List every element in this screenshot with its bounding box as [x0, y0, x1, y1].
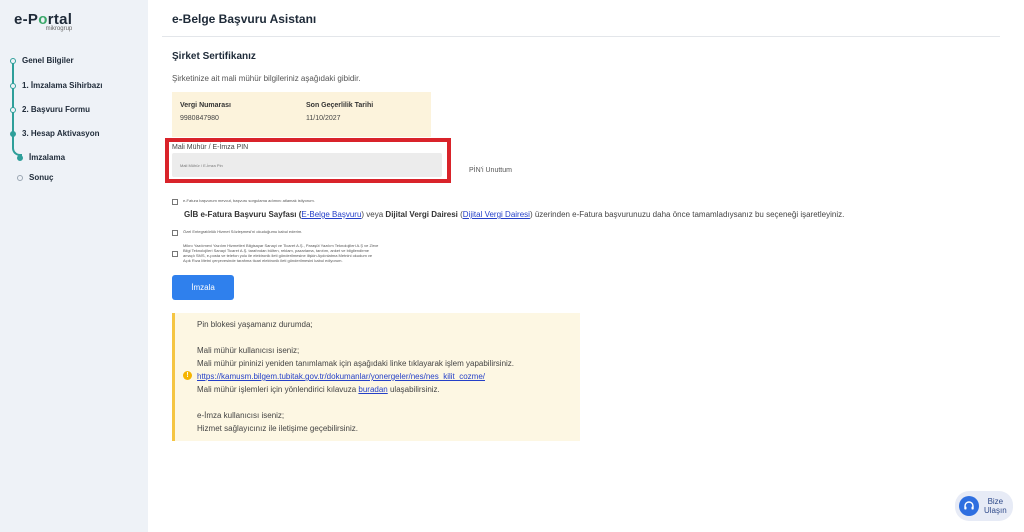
contact-us-label: Bize Ulaşın	[984, 497, 1007, 515]
step-dot-icon	[17, 174, 23, 181]
section-title: Şirket Sertifikanız	[172, 51, 256, 62]
step-label: 3. Hesap Aktivasyon	[22, 129, 100, 138]
checkbox-row-contract: Özel Entegratörlük Hizmet Sözleşmesi'ni …	[172, 229, 302, 236]
sidebar: e-Portal mikrogrup Genel Bilgiler 1. İmz…	[0, 0, 148, 532]
certificate-info-box: Vergi Numarası 9980847980 Son Geçerlilik…	[172, 92, 431, 137]
info-line-prefix: Mali mühür işlemleri için yönlendirici k…	[197, 385, 359, 394]
gib-mid1: ) veya	[361, 210, 386, 219]
step-dot-icon	[10, 82, 16, 89]
section-description: Şirketinize ait mali mühür bilgileriniz …	[172, 74, 361, 83]
expiry-column: Son Geçerlilik Tarihi 11/10/2027	[306, 102, 373, 122]
gib-prefix: GİB e-Fatura Başvuru Sayfası (	[184, 210, 302, 219]
gib-bold: Dijital Vergi Dairesi	[385, 210, 458, 219]
info-line: Pin blokesi yaşamanız durumda;	[197, 320, 313, 329]
page-title: e-Belge Başvuru Asistanı	[172, 12, 317, 26]
step-label: 1. İmzalama Sihirbazı	[22, 81, 103, 90]
step-dot-icon	[10, 130, 16, 137]
step-dot-icon	[10, 57, 16, 64]
step-label: İmzalama	[29, 153, 66, 162]
expiry-value: 11/10/2027	[306, 115, 341, 122]
contract-checkbox[interactable]	[172, 230, 178, 236]
consent-checkbox[interactable]	[172, 251, 178, 257]
step-genel-bilgiler[interactable]: Genel Bilgiler	[10, 56, 74, 65]
info-line: https://kamusm.bilgem.tubitak.gov.tr/dok…	[197, 372, 485, 381]
tax-number-column: Vergi Numarası 9980847980	[180, 102, 231, 122]
dijital-vergi-dairesi-link[interactable]: Dijital Vergi Dairesi	[463, 210, 530, 219]
contact-line: Ulaşın	[984, 506, 1007, 515]
step-label: Sonuç	[29, 173, 54, 182]
tax-number-value: 9980847980	[180, 115, 219, 122]
step-sonuc[interactable]: Sonuç	[17, 173, 53, 182]
info-line: Mali mühür pininizi yeniden tanımlamak i…	[197, 359, 515, 368]
step-imzalama-sihirbazi[interactable]: 1. İmzalama Sihirbazı	[10, 81, 102, 90]
steps-connector	[12, 62, 14, 132]
info-line: Hizmet sağlayıcınız ile iletişime geçebi…	[197, 424, 358, 433]
expiry-label: Son Geçerlilik Tarihi	[306, 102, 374, 109]
checkbox-row-consent: Mikro Yazılımevi Yazılım Hizmetleri Bilg…	[172, 243, 378, 263]
efatura-checkbox[interactable]	[172, 199, 178, 205]
step-label: 2. Başvuru Formu	[22, 105, 91, 114]
info-line: e-İmza kullanıcısı iseniz;	[197, 411, 285, 420]
ebelge-basvuru-link[interactable]: E-Belge Başvuru	[301, 210, 361, 219]
step-dot-icon	[17, 154, 23, 161]
main-panel: e-Belge Başvuru Asistanı Şirket Sertifik…	[148, 0, 1024, 532]
guide-link[interactable]: buradan	[358, 385, 387, 394]
kamusm-link[interactable]: https://kamusm.bilgem.tubitak.gov.tr/dok…	[197, 372, 485, 381]
consent-text-line: Açık Rıza Metni çerçevesinde tarafıma ti…	[183, 258, 343, 263]
forgot-pin-link[interactable]: PİN'i Unuttum	[469, 167, 512, 174]
sign-button[interactable]: İmzala	[172, 275, 234, 300]
gib-info-line: GİB e-Fatura Başvuru Sayfası (E-Belge Ba…	[184, 210, 844, 219]
info-line-suffix: ulaşabilirsiniz.	[387, 385, 440, 394]
contact-us-button[interactable]: Bize Ulaşın	[955, 491, 1013, 521]
tax-number-label: Vergi Numarası	[180, 102, 231, 109]
step-dot-icon	[10, 106, 16, 113]
step-imzalama[interactable]: İmzalama	[17, 153, 65, 162]
pin-block-info-box: ! Pin blokesi yaşamanız durumda; Mali mü…	[172, 313, 580, 441]
contact-line: Bize	[987, 497, 1004, 506]
checkbox-row-efatura: e-Fatura başvurum mevcut, başvuru sorgul…	[172, 198, 315, 205]
step-label: Genel Bilgiler	[22, 56, 74, 65]
highlight-frame	[165, 138, 451, 183]
title-divider	[162, 36, 1000, 37]
step-basvuru-formu[interactable]: 2. Başvuru Formu	[10, 105, 90, 114]
info-line: Mali mühür kullanıcısı iseniz;	[197, 346, 300, 355]
contract-checkbox-label: Özel Entegratörlük Hizmet Sözleşmesi'ni …	[183, 229, 303, 234]
efatura-checkbox-label: e-Fatura başvurum mevcut, başvuru sorgul…	[183, 198, 315, 203]
info-line: Mali mühür işlemleri için yönlendirici k…	[197, 385, 440, 394]
headset-icon	[959, 496, 979, 516]
consent-checkbox-label: Mikro Yazılımevi Yazılım Hizmetleri Bilg…	[183, 243, 378, 263]
warning-icon: !	[183, 371, 192, 380]
gib-suffix: ) üzerinden e-Fatura başvurunuzu daha ön…	[529, 210, 845, 219]
step-hesap-aktivasyon[interactable]: 3. Hesap Aktivasyon	[10, 129, 100, 138]
logo: e-Portal mikrogrup	[14, 11, 72, 32]
